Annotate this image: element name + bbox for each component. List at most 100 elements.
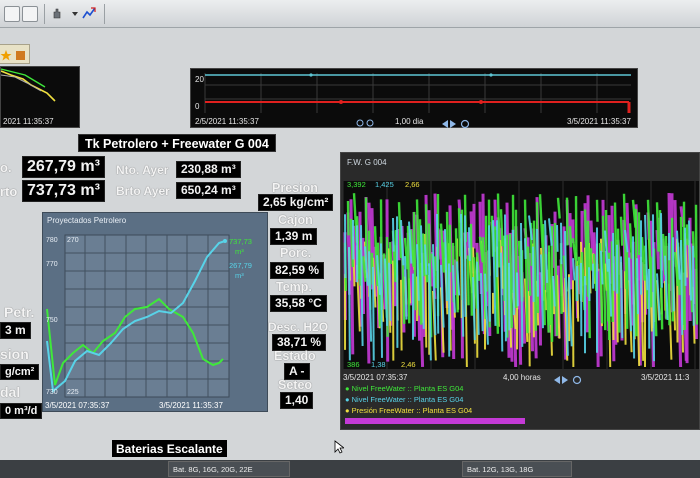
fw-series-stroke [685, 224, 689, 246]
nav-arrows[interactable] [441, 116, 471, 129]
toolbar [0, 0, 700, 28]
fw-series-stroke [421, 233, 426, 277]
zoom-icon[interactable] [356, 119, 378, 129]
toolbar-button-2[interactable] [22, 6, 38, 22]
proj-ylabel-225: 225 [67, 389, 79, 396]
fw-legend-text-2: Nivel FreeWater :: Planta ES G04 [351, 395, 464, 404]
top-trend-end-time: 3/5/2021 11:35:37 [567, 117, 631, 126]
fw-top-value-1: 3,392 [347, 180, 366, 189]
fw-series-stroke [532, 246, 535, 303]
bat-tab-2[interactable]: Bat. 12G, 13G, 18G [462, 461, 572, 477]
petr-label: Petr. [4, 304, 35, 320]
estado-label: Estado [274, 349, 316, 363]
fw-series-stroke [496, 193, 501, 268]
play-arrows-icon[interactable] [441, 119, 471, 129]
fw-series-stroke [469, 223, 474, 316]
star-icon [0, 50, 25, 61]
top-trend-start-time: 2/5/2021 11:35:37 [195, 117, 259, 126]
neto-value: 267,79 m³ [22, 156, 105, 178]
window-tab[interactable] [0, 44, 30, 64]
fw-legend-text-1: Nivel FreeWater :: Planta ES G04 [351, 384, 464, 393]
fw-series-stroke [457, 208, 462, 257]
fw-bottom-value-3: 2,46 [401, 360, 416, 369]
fw-play-arrows-icon[interactable] [553, 375, 583, 385]
fw-series-stroke [536, 228, 539, 297]
fw-span: 4,00 horas [503, 373, 541, 382]
bat-tab-1[interactable]: Bat. 8G, 16G, 20G, 22E [168, 461, 290, 477]
fw-series-stroke [412, 211, 417, 311]
fw-series-stroke [612, 232, 615, 291]
fw-series-stroke [516, 272, 519, 307]
temp-label: Temp. [276, 280, 312, 294]
fw-series-stroke [466, 255, 470, 306]
mini-trend-plot [1, 68, 56, 102]
fw-top-value-3: 2,66 [405, 180, 420, 189]
presion-left-label: sion [0, 346, 29, 362]
fw-series-stroke [556, 225, 559, 252]
fw-series-stroke [528, 291, 531, 367]
fw-series-stroke [424, 244, 428, 275]
fw-series-stroke [372, 266, 375, 361]
fw-end-time: 3/5/2021 11:3 [641, 373, 690, 382]
caudal-label: dal [0, 384, 21, 400]
fw-series-stroke [655, 202, 660, 252]
fw-nav-arrows[interactable] [553, 372, 583, 385]
fw-series-stroke [672, 237, 675, 312]
fw-series-stroke [632, 236, 636, 359]
proj-end-time: 3/5/2021 11:35:37 [159, 401, 223, 410]
proj-end-value-1: 737,73 [229, 237, 252, 246]
top-trend-panel: 20 0 2/5/2021 11:35:37 1,00 dia 3/5/2021… [190, 68, 638, 129]
proj-end-unit-2: m³ [235, 271, 244, 280]
zoom-controls[interactable] [356, 116, 378, 129]
fw-series-stroke [524, 238, 527, 260]
neto-ayer-value: 230,88 m³ [176, 161, 241, 179]
dropdown-arrow-icon[interactable] [68, 6, 78, 22]
fw-series-stroke [468, 227, 471, 262]
baterias-escalante-label: Baterias Escalante [112, 440, 227, 457]
fw-series-stroke [692, 245, 695, 326]
fw-series-stroke [660, 213, 663, 288]
fw-series-stroke [694, 204, 699, 325]
toolbar-button-1[interactable] [4, 6, 20, 22]
chart-tool-icon[interactable] [82, 6, 98, 22]
proj-ylabel-730: 730 [46, 389, 58, 396]
fw-legend-magenta-bar [345, 418, 525, 424]
mini-trend-timestamp: 2021 11:35:37 [3, 117, 54, 126]
proj-ylabel-750: 750 [46, 317, 58, 324]
fw-legend-item-2: ● Nivel FreeWater :: Planta ES G04 [345, 395, 464, 404]
proj-end-unit-1: m³ [235, 247, 244, 256]
proj-ylabel-270: 270 [67, 237, 79, 244]
cajon-label: Cajon [278, 213, 313, 227]
porc-value: 82,59 % [270, 262, 325, 280]
hand-tool-icon[interactable] [50, 6, 66, 22]
fw-series-stroke [595, 199, 599, 222]
fw-series-stroke [680, 240, 684, 335]
fw-series-stroke [512, 229, 515, 315]
fw-series-stroke [400, 279, 403, 351]
fw-series-stroke [620, 256, 624, 339]
fw-series-stroke [547, 245, 551, 325]
fw-series-stroke [588, 267, 591, 301]
mini-trend-panel: 2021 11:35:37 [0, 66, 80, 128]
proj-ylabel-770: 770 [46, 261, 58, 268]
fw-series-stroke [636, 258, 640, 315]
seteo-value: 1,40 [280, 392, 314, 410]
fw-start-time: 3/5/2021 07:35:37 [343, 373, 408, 382]
fw-series-stroke [652, 214, 655, 362]
seteo-label: Seteo [278, 378, 313, 392]
toolbar-separator [44, 4, 45, 24]
fw-series-stroke [380, 243, 383, 358]
fw-series-stroke [568, 226, 573, 248]
petr-value: 3 m [0, 322, 31, 340]
proj-ylabel-780: 780 [46, 237, 58, 244]
fw-series-stroke [392, 217, 395, 252]
fw-bottom-value-1: 386 [347, 360, 360, 369]
temp-value: 35,58 °C [270, 295, 327, 313]
fw-series-stroke [346, 201, 350, 236]
fw-series-stroke [619, 216, 624, 246]
presion-value: 2,65 kg/cm² [258, 194, 334, 212]
fw-series-stroke [568, 213, 574, 290]
mouse-cursor-icon [334, 440, 344, 454]
proj-start-time: 3/5/2021 07:35:37 [45, 401, 110, 410]
bruto-value: 737,73 m³ [22, 180, 105, 202]
